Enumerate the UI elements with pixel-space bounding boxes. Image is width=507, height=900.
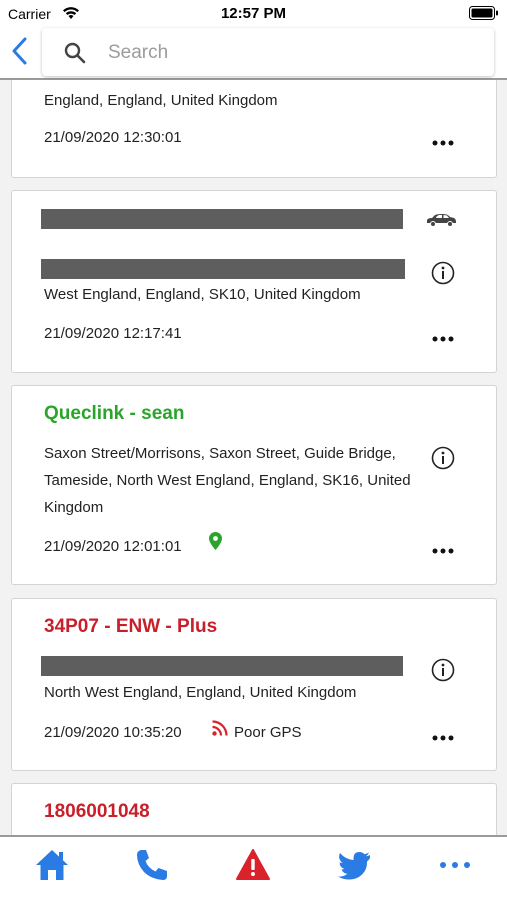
bottom-tab-bar — [0, 835, 507, 900]
redacted-subtitle — [41, 259, 405, 279]
phone-icon[interactable] — [134, 847, 170, 883]
vehicle-name: 34P07 - ENW - Plus — [44, 616, 218, 637]
search-box[interactable] — [42, 28, 494, 76]
home-icon[interactable] — [34, 847, 70, 883]
vehicle-card[interactable]: England, England, United Kingdom 21/09/2… — [11, 80, 497, 178]
search-icon — [64, 42, 86, 64]
card-timestamp: 21/09/2020 12:01:01 — [44, 538, 182, 555]
twitter-icon[interactable] — [336, 847, 372, 883]
card-address: North West England, England, United King… — [44, 684, 357, 701]
vehicle-list[interactable]: England, England, United Kingdom 21/09/2… — [0, 80, 507, 835]
search-header — [0, 28, 507, 80]
battery-icon — [469, 6, 498, 20]
vehicle-name: 1806001048 — [44, 801, 150, 822]
info-icon[interactable] — [431, 261, 455, 285]
vehicle-card[interactable]: Queclink - sean Saxon Street/Morrisons, … — [11, 385, 497, 585]
more-icon[interactable] — [437, 847, 473, 883]
gps-status-label: Poor GPS — [234, 724, 302, 741]
alert-icon[interactable] — [235, 847, 271, 883]
redacted-subtitle — [41, 656, 403, 676]
card-timestamp: 21/09/2020 12:17:41 — [44, 325, 182, 342]
card-timestamp: 21/09/2020 12:30:01 — [44, 129, 182, 146]
status-bar: Carrier 12:57 PM — [0, 0, 507, 28]
more-options-icon[interactable] — [431, 335, 455, 343]
vehicle-name: Queclink - sean — [44, 403, 185, 424]
clock-time: 12:57 PM — [220, 5, 287, 22]
card-timestamp: 21/09/2020 10:35:20 — [44, 724, 182, 741]
car-icon — [427, 214, 456, 227]
more-options-icon[interactable] — [431, 734, 455, 742]
more-options-icon[interactable] — [431, 547, 455, 555]
info-icon[interactable] — [431, 658, 455, 682]
card-address: West England, England, SK10, United King… — [44, 286, 361, 303]
more-options-icon[interactable] — [431, 139, 455, 147]
card-address: Saxon Street/Morrisons, Saxon Street, Gu… — [44, 445, 411, 516]
redacted-title — [41, 209, 403, 229]
vehicle-card[interactable]: 34P07 - ENW - Plus North West England, E… — [11, 598, 497, 771]
poor-gps-signal-icon — [212, 720, 228, 736]
vehicle-card[interactable]: West England, England, SK10, United King… — [11, 190, 497, 373]
vehicle-card[interactable]: 1806001048 — [11, 783, 497, 835]
card-address: England, England, United Kingdom — [44, 92, 278, 109]
search-input[interactable] — [108, 40, 468, 66]
back-chevron-icon[interactable] — [8, 36, 32, 66]
location-pin-icon — [209, 532, 222, 550]
info-icon[interactable] — [431, 446, 455, 470]
